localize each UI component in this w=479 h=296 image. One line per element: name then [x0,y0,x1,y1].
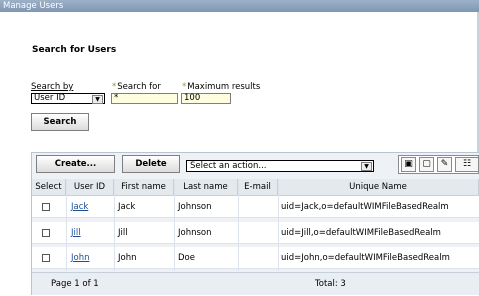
clear-filter-icon[interactable]: ☷ [455,157,479,172]
max-results-label: *Maximum results [182,82,261,92]
column-divider [66,179,67,271]
section-title: Search for Users [32,45,117,55]
chevron-down-icon[interactable]: ▼ [92,95,103,104]
search-by-label: Search by [31,82,74,92]
column-header-first-name[interactable]: First name [114,179,174,196]
search-by-select[interactable]: User ID ▼ [31,93,105,104]
table-footer: Page 1 of 1 Total: 3 [32,272,479,295]
column-divider [114,179,115,271]
first-name-cell: John [118,253,137,263]
row-checkbox[interactable] [42,229,50,237]
chevron-down-icon[interactable]: ▼ [361,162,372,171]
user-id-link[interactable]: Jack [71,196,88,218]
window-title: Manage Users [0,0,479,12]
column-header-unique-name[interactable]: Unique Name [278,179,479,196]
first-name-cell: Jill [118,228,128,238]
unique-name-cell: uid=John,o=defaultWIMFileBasedRealm [281,253,450,263]
table-row: Jill Jill Johnson uid=Jill,o=defaultWIMF… [32,222,479,244]
table-row: John John Doe uid=John,o=defaultWIMFileB… [32,247,479,269]
create-button[interactable]: Create... [36,155,115,173]
user-id-link[interactable]: John [71,247,89,269]
unique-name-cell: uid=Jack,o=defaultWIMFileBasedRealm [281,202,449,212]
column-header-email[interactable]: E-mail [238,179,278,196]
row-checkbox[interactable] [42,254,50,262]
column-header-user-id[interactable]: User ID [66,179,114,196]
select-all-icon[interactable]: ▣ [401,157,416,172]
column-header-select: Select [32,179,66,196]
action-select-value: Select an action... [190,161,267,171]
max-results-input[interactable]: 100 [181,93,231,104]
column-header-last-name[interactable]: Last name [174,179,238,196]
search-for-label: *Search for [112,82,161,92]
total-count: Total: 3 [315,279,346,289]
page-indicator: Page 1 of 1 [51,279,99,289]
column-divider [278,179,279,271]
last-name-cell: Johnson [178,202,212,212]
unique-name-cell: uid=Jill,o=defaultWIMFileBasedRealm [281,228,441,238]
column-divider [238,179,239,271]
row-checkbox[interactable] [42,203,50,211]
first-name-cell: Jack [118,202,136,212]
search-by-value: User ID [34,93,66,103]
column-divider [174,179,175,271]
action-select[interactable]: Select an action... ▼ [186,160,374,172]
last-name-cell: Johnson [178,228,212,238]
user-id-link[interactable]: Jill [71,222,81,244]
delete-button[interactable]: Delete [122,155,180,173]
edit-filter-icon[interactable]: ✎ [437,157,452,172]
search-button[interactable]: Search [31,113,89,131]
deselect-all-icon[interactable]: ▢ [419,157,434,172]
search-for-input[interactable]: * [111,93,178,104]
last-name-cell: Doe [178,253,195,263]
table-row: Jack Jack Johnson uid=Jack,o=defaultWIMF… [32,196,479,218]
